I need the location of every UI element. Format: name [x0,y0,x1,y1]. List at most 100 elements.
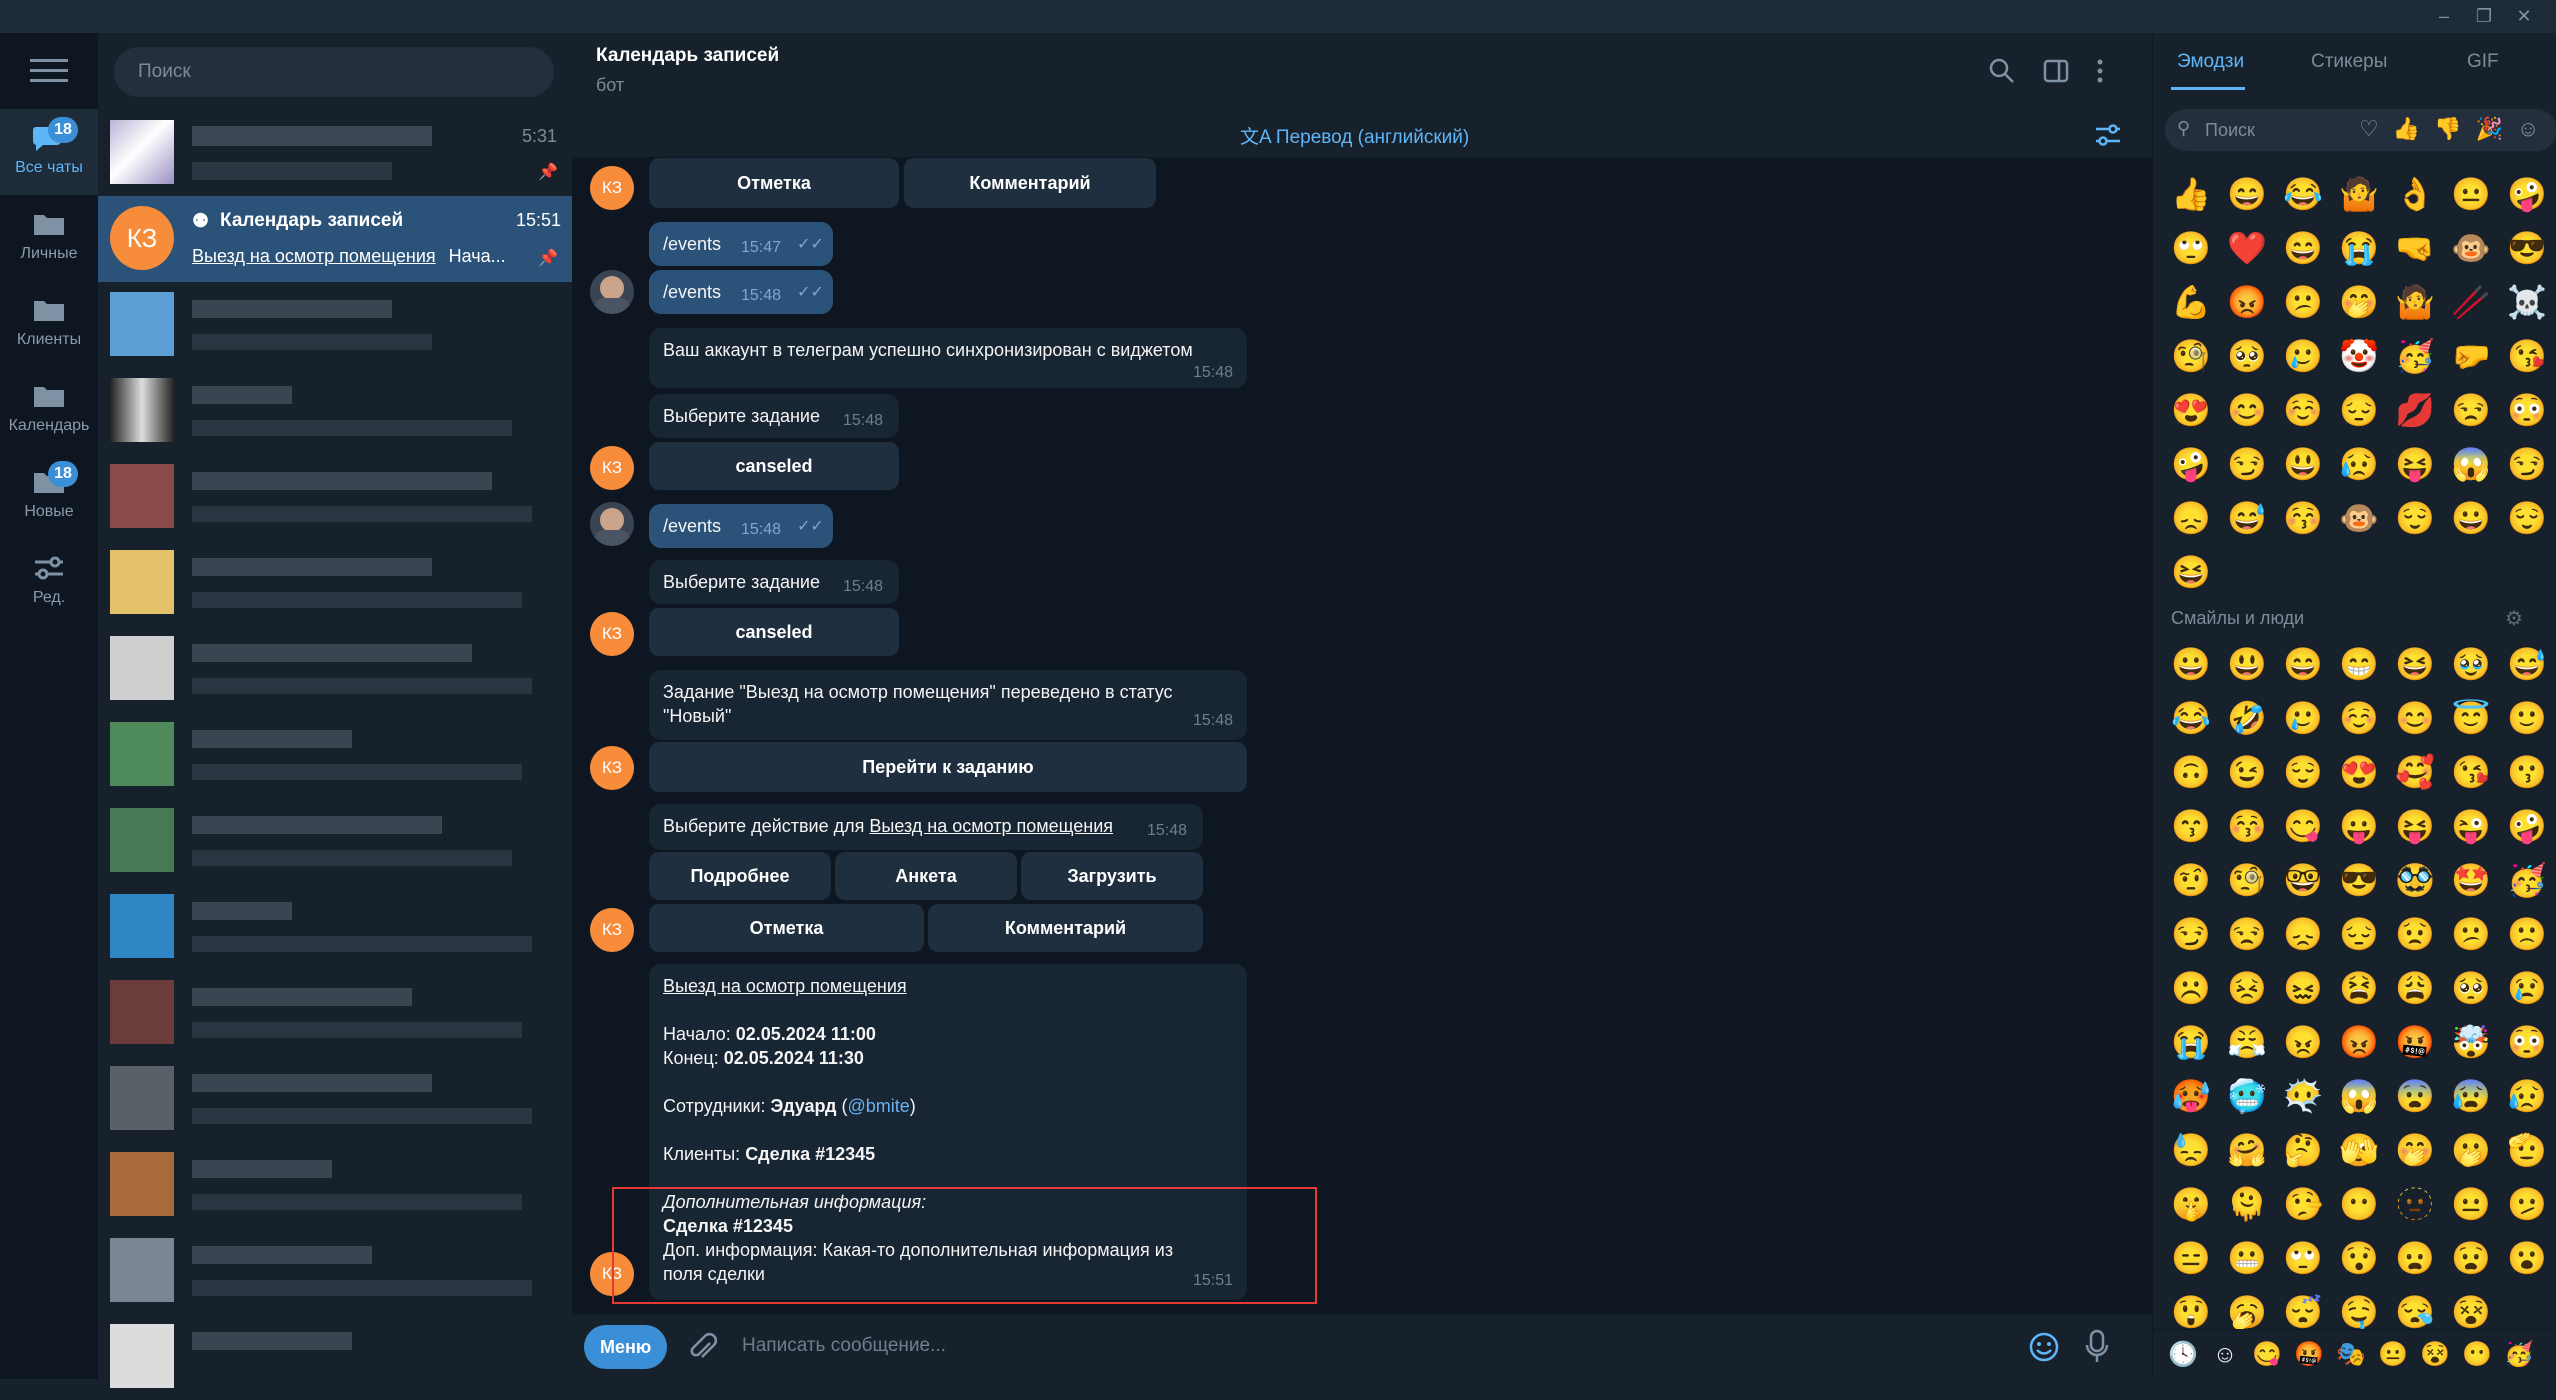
emoji-item[interactable]: 😃 [2275,437,2331,491]
emoji-item[interactable]: 😄 [2275,221,2331,275]
emoji-item[interactable]: 😮 [2499,1231,2555,1285]
chat-item-blurred[interactable] [98,368,572,454]
category-settings-icon[interactable]: ⚙ [2505,606,2523,631]
message-input[interactable]: Написать сообщение... [742,1335,946,1357]
emoji-item[interactable]: 😫 [2331,961,2387,1015]
emoji-item[interactable]: 😜 [2443,799,2499,853]
emoji-item[interactable]: 🤛 [2443,329,2499,383]
emoji-item[interactable]: 🫥 [2387,1177,2443,1231]
emoji-item[interactable]: 😳 [2499,1015,2555,1069]
chat-item-blurred[interactable] [98,1228,572,1314]
emoji-item[interactable]: 🫤 [2499,1177,2555,1231]
emoji-item[interactable]: 😁 [2331,637,2387,691]
emoji-item[interactable]: 😂 [2275,167,2331,221]
chat-item-blurred[interactable] [98,1314,572,1400]
emoji-item[interactable]: 😝 [2387,437,2443,491]
emoji-category-tab[interactable]: 🤬 [2291,1340,2327,1369]
emoji-item[interactable]: 😥 [2499,1069,2555,1123]
user-avatar[interactable] [590,502,634,546]
emoji-item[interactable]: 😒 [2443,383,2499,437]
emoji-item[interactable]: 🐵 [2443,221,2499,275]
inline-button-task[interactable]: canseled [649,442,899,490]
emoji-item[interactable]: 💋 [2387,383,2443,437]
emoji-item[interactable]: 🤪 [2163,437,2219,491]
emoji-item[interactable]: ❤️ [2219,221,2275,275]
emoji-item[interactable]: 😕 [2443,907,2499,961]
staff-mention[interactable]: @bmite [847,1096,909,1116]
emoji-item[interactable]: 😣 [2219,961,2275,1015]
emoji-item[interactable]: 😕 [2275,275,2331,329]
emoji-item[interactable]: 🤣 [2219,691,2275,745]
emoji-item[interactable]: 🤥 [2275,1177,2331,1231]
emoji-item[interactable]: 😊 [2219,383,2275,437]
emoji-category-tab[interactable]: 😵 [2417,1340,2453,1369]
tab-emoji[interactable]: Эмодзи [2177,51,2244,73]
emoji-item[interactable]: 🥸 [2387,853,2443,907]
search-input[interactable]: Поиск [114,47,554,97]
inline-button-mark[interactable]: Отметка [649,904,924,952]
emoji-item[interactable]: 🙂 [2499,691,2555,745]
emoji-item[interactable]: 🤡 [2331,329,2387,383]
emoji-item[interactable]: 🥳 [2387,329,2443,383]
emoji-item[interactable]: 😡 [2331,1015,2387,1069]
emoji-item[interactable]: 😟 [2387,907,2443,961]
emoji-item[interactable]: 😅 [2499,637,2555,691]
chat-item-blurred[interactable]: 5:31 📌 [98,110,572,196]
inline-button-open-task[interactable]: Перейти к заданию [649,742,1247,792]
folder-personal[interactable]: Личные [0,195,98,281]
tab-gif[interactable]: GIF [2467,51,2499,73]
folder-calendar[interactable]: Календарь [0,367,98,453]
chat-item-calendar[interactable]: КЗ ⚉ Календарь записей 15:51 Выезд на ос… [98,196,572,282]
emoji-item[interactable]: 🤭 [2387,1123,2443,1177]
emoji-item[interactable]: 😏 [2499,437,2555,491]
emoji-item[interactable]: 🙄 [2163,221,2219,275]
emoji-item[interactable]: 🥺 [2219,329,2275,383]
folder-edit[interactable]: Ред. [0,539,98,625]
bot-avatar[interactable]: КЗ [590,166,634,210]
emoji-item[interactable]: ☠️ [2499,275,2555,329]
sidebar-toggle-icon[interactable] [2042,57,2070,85]
folder-new[interactable]: 18 Новые [0,453,98,539]
inline-button-task[interactable]: canseled [649,608,899,656]
emoji-icon[interactable] [2028,1331,2060,1363]
emoji-item[interactable]: 🫡 [2499,1123,2555,1177]
bot-avatar[interactable]: КЗ [590,612,634,656]
chat-item-blurred[interactable] [98,970,572,1056]
emoji-category-tab[interactable]: 😐 [2375,1340,2411,1369]
emoji-item[interactable]: 😄 [2275,637,2331,691]
emoji-item[interactable]: 😀 [2163,637,2219,691]
emoji-item[interactable]: 😞 [2163,491,2219,545]
emoji-item[interactable]: 😩 [2387,961,2443,1015]
inline-button-comment[interactable]: Комментарий [904,158,1156,208]
emoji-item[interactable]: 😒 [2219,907,2275,961]
emoji-item[interactable]: 😍 [2163,383,2219,437]
emoji-item[interactable]: 🤔 [2275,1123,2331,1177]
chat-item-blurred[interactable] [98,1056,572,1142]
emoji-item[interactable]: 😔 [2331,907,2387,961]
emoji-item[interactable]: 🤪 [2499,799,2555,853]
emoji-item[interactable]: 🫣 [2331,1123,2387,1177]
emoji-category-tab[interactable]: 😶 [2459,1340,2495,1369]
emoji-item[interactable]: 😐 [2443,1177,2499,1231]
emoji-item[interactable]: 😏 [2219,437,2275,491]
emoji-item[interactable]: 😎 [2499,221,2555,275]
emoji-item[interactable]: 🙄 [2275,1231,2331,1285]
inline-button-details[interactable]: Подробнее [649,852,831,900]
emoji-item[interactable]: 😠 [2275,1015,2331,1069]
emoji-item[interactable]: 😭 [2163,1015,2219,1069]
emoji-item[interactable]: 👍 [2163,167,2219,221]
folder-all-chats[interactable]: 18 Все чаты [0,109,98,195]
emoji-item[interactable]: 🥵 [2163,1069,2219,1123]
emoji-item[interactable]: 😅 [2219,491,2275,545]
emoji-item[interactable]: 🤭 [2331,275,2387,329]
emoji-item[interactable]: 😦 [2387,1231,2443,1285]
emoji-item[interactable]: 🤗 [2219,1123,2275,1177]
emoji-item[interactable]: 😱 [2443,437,2499,491]
bot-avatar[interactable]: КЗ [590,908,634,952]
hamburger-menu-icon[interactable] [30,59,68,82]
task-link[interactable]: Выезд на осмотр помещения [869,816,1113,836]
inline-button-form[interactable]: Анкета [835,852,1017,900]
emoji-category-tab[interactable]: 🕓 [2165,1340,2201,1369]
inline-button-comment[interactable]: Комментарий [928,904,1203,952]
emoji-item[interactable]: 🧐 [2219,853,2275,907]
